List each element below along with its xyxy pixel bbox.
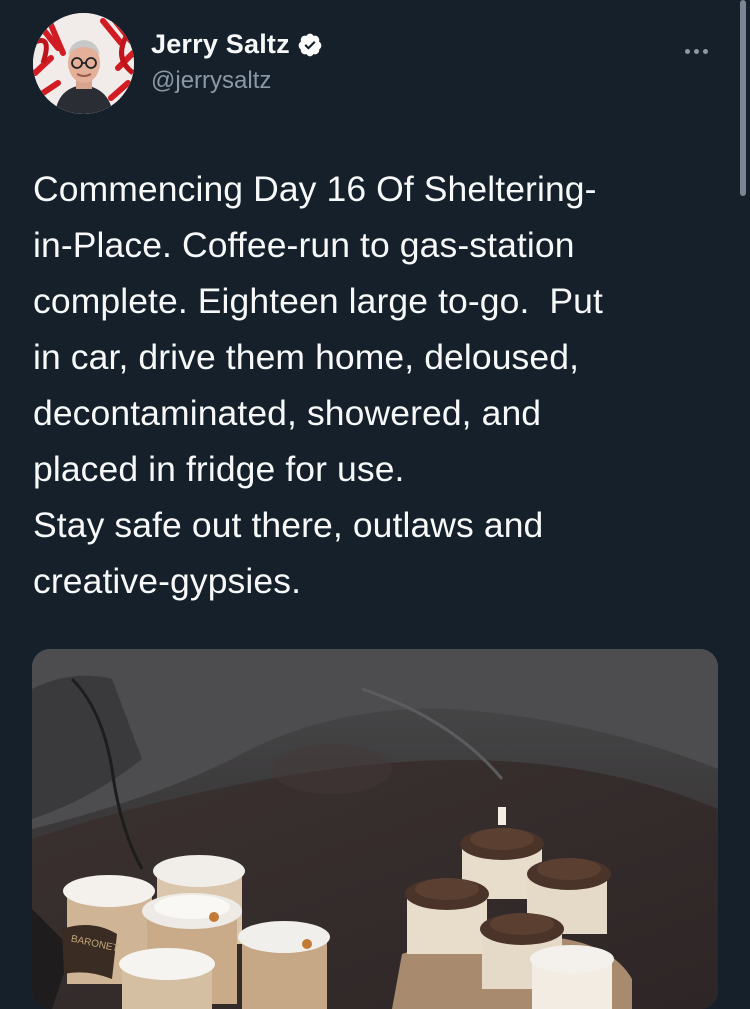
more-options-icon[interactable] bbox=[685, 41, 715, 55]
tweet-header: Jerry Saltz @jerrysaltz bbox=[33, 13, 723, 114]
coffee-cups-photo: BARONET bbox=[32, 649, 718, 1009]
tweet-media[interactable]: BARONET bbox=[32, 649, 718, 1009]
display-name[interactable]: Jerry Saltz bbox=[151, 29, 290, 60]
profile-photo bbox=[33, 13, 134, 114]
scrollbar[interactable] bbox=[740, 0, 746, 196]
verified-badge-icon bbox=[298, 33, 322, 56]
handle[interactable]: @jerrysaltz bbox=[151, 67, 323, 95]
avatar[interactable] bbox=[33, 13, 134, 114]
tweet-text: Commencing Day 16 Of Sheltering- in-Plac… bbox=[33, 169, 603, 601]
